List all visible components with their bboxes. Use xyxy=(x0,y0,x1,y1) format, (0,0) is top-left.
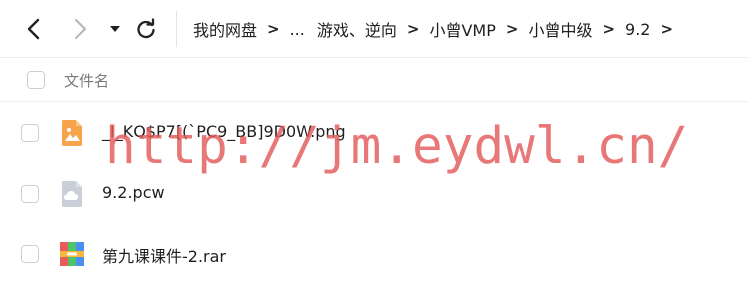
breadcrumb-separator: > xyxy=(602,20,616,38)
file-name[interactable]: 9.2.pcw xyxy=(102,183,165,202)
back-button[interactable] xyxy=(17,12,51,46)
archive-file-icon xyxy=(60,242,84,266)
breadcrumb-separator: > xyxy=(406,20,420,38)
select-all-checkbox[interactable] xyxy=(27,71,45,89)
breadcrumb-item-ellipsis[interactable]: ... xyxy=(290,20,305,39)
chevron-right-icon xyxy=(74,18,87,40)
breadcrumb-item-games[interactable]: 游戏、逆向 xyxy=(317,17,397,41)
history-dropdown-button[interactable] xyxy=(102,12,128,46)
row-checkbox[interactable] xyxy=(21,245,39,263)
breadcrumb-item-vmp[interactable]: 小曾VMP xyxy=(429,17,495,41)
list-item[interactable]: _I_KQ$P7[(`PC9_BB]9D0W.png xyxy=(0,103,748,163)
row-checkbox[interactable] xyxy=(21,185,39,203)
cloud-file-icon xyxy=(62,181,82,207)
list-item[interactable]: 9.2.pcw xyxy=(0,164,748,224)
breadcrumb: 我的网盘 > ... 游戏、逆向 > 小曾VMP > 小曾中级 > 9.2 > xyxy=(193,0,683,58)
column-header-filename[interactable]: 文件名 xyxy=(64,70,109,91)
breadcrumb-separator: > xyxy=(660,20,674,38)
file-name[interactable]: _I_KQ$P7[(`PC9_BB]9D0W.png xyxy=(102,122,346,141)
refresh-icon xyxy=(137,18,155,39)
breadcrumb-separator: > xyxy=(267,20,280,38)
breadcrumb-separator: > xyxy=(505,20,519,38)
chevron-left-icon xyxy=(27,18,40,40)
row-checkbox[interactable] xyxy=(21,124,39,142)
breadcrumb-item-current[interactable]: 9.2 xyxy=(625,20,650,39)
toolbar: 我的网盘 > ... 游戏、逆向 > 小曾VMP > 小曾中级 > 9.2 > xyxy=(0,0,748,58)
refresh-button[interactable] xyxy=(129,12,163,46)
toolbar-divider xyxy=(176,11,177,47)
caret-down-icon xyxy=(110,26,120,32)
breadcrumb-item-intermediate[interactable]: 小曾中级 xyxy=(528,17,592,41)
forward-button[interactable] xyxy=(63,12,97,46)
breadcrumb-item-root[interactable]: 我的网盘 xyxy=(193,17,257,41)
list-header: 文件名 xyxy=(0,58,748,102)
list-item[interactable]: 第九课课件-2.rar xyxy=(0,224,748,284)
image-file-icon xyxy=(62,120,82,146)
file-name[interactable]: 第九课课件-2.rar xyxy=(102,243,226,267)
